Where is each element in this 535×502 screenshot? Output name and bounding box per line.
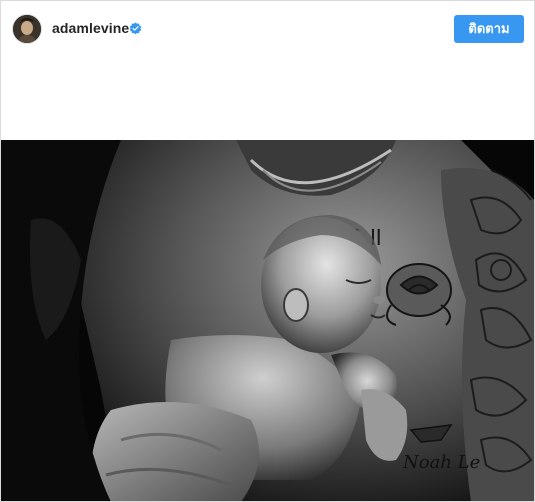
post-blank-area [1,57,534,141]
instagram-post: adamlevine ติดตาม Noah Le [0,0,535,502]
profile-avatar[interactable] [12,14,42,44]
photo-image: स ॥ Noah Le [1,140,534,501]
post-photo[interactable]: स ॥ Noah Le [1,140,534,501]
verified-badge-icon [129,22,142,35]
chest-tattoo-name: Noah Le [402,452,480,473]
username[interactable]: adamlevine [52,20,129,37]
post-header: adamlevine ติดตาม [1,1,534,57]
avatar-image [13,15,41,43]
follow-button[interactable]: ติดตาม [454,15,524,43]
